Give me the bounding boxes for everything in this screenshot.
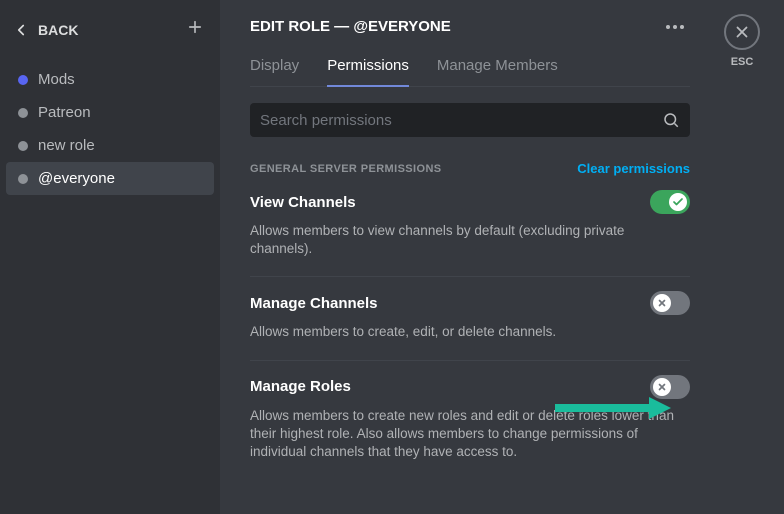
esc-label: ESC [724, 56, 760, 68]
permission-toggle[interactable] [650, 190, 690, 214]
close-button[interactable] [724, 14, 760, 50]
role-color-dot [18, 108, 28, 118]
permission-list: View Channels Allows members to view chan… [250, 190, 784, 479]
main-panel: EDIT ROLE — @EVERYONE Display Permissions… [220, 0, 784, 514]
edit-header: EDIT ROLE — @EVERYONE [250, 18, 784, 35]
toggle-knob [653, 378, 671, 396]
permission-row: View Channels [250, 190, 690, 214]
toggle-knob [653, 294, 671, 312]
permission-description: Allows members to view channels by defau… [250, 222, 690, 258]
permission-title: Manage Roles [250, 378, 351, 395]
sidebar-role-item[interactable]: new role [6, 129, 214, 162]
close-icon [733, 23, 751, 41]
back-button[interactable]: BACK [12, 21, 78, 39]
role-list: Mods Patreon new role @everyone [6, 55, 214, 195]
check-icon [672, 196, 684, 208]
role-name-label: Mods [38, 71, 75, 88]
tab-display[interactable]: Display [250, 57, 299, 86]
permission-row: Manage Roles [250, 375, 690, 399]
search-icon [662, 111, 680, 129]
x-icon [657, 382, 667, 392]
permission-item: Manage Roles Allows members to create new… [250, 375, 690, 480]
search-input[interactable] [260, 112, 662, 129]
tab-manage-members[interactable]: Manage Members [437, 57, 558, 86]
role-color-dot [18, 141, 28, 151]
tab-permissions[interactable]: Permissions [327, 57, 409, 86]
toggle-knob [669, 193, 687, 211]
permission-item: Manage Channels Allows members to create,… [250, 291, 690, 360]
section-label: GENERAL SERVER PERMISSIONS [250, 163, 442, 175]
permission-toggle[interactable] [650, 375, 690, 399]
permission-item: View Channels Allows members to view chan… [250, 190, 690, 277]
arrow-left-icon [12, 21, 30, 39]
role-name-label: new role [38, 137, 95, 154]
close-panel: ESC [724, 14, 760, 68]
sidebar-role-item[interactable]: @everyone [6, 162, 214, 195]
permission-title: View Channels [250, 194, 356, 211]
add-role-button[interactable] [186, 18, 204, 41]
role-color-dot [18, 75, 28, 85]
permission-row: Manage Channels [250, 291, 690, 315]
role-options-button[interactable] [662, 21, 688, 33]
tab-bar: Display Permissions Manage Members [250, 57, 690, 87]
roles-sidebar: BACK Mods Patreon new role @everyone [0, 0, 220, 514]
search-box[interactable] [250, 103, 690, 137]
sidebar-role-item[interactable]: Patreon [6, 96, 214, 129]
clear-permissions-link[interactable]: Clear permissions [577, 161, 690, 176]
role-name-label: Patreon [38, 104, 91, 121]
sidebar-header: BACK [6, 12, 214, 55]
permission-toggle[interactable] [650, 291, 690, 315]
plus-icon [186, 18, 204, 36]
role-color-dot [18, 174, 28, 184]
role-name-label: @everyone [38, 170, 115, 187]
page-title: EDIT ROLE — @EVERYONE [250, 18, 451, 35]
permission-description: Allows members to create new roles and e… [250, 407, 690, 462]
permission-title: Manage Channels [250, 295, 378, 312]
permission-description: Allows members to create, edit, or delet… [250, 323, 690, 341]
x-icon [657, 298, 667, 308]
sidebar-role-item[interactable]: Mods [6, 63, 214, 96]
back-label: BACK [38, 22, 78, 38]
section-header: GENERAL SERVER PERMISSIONS Clear permiss… [250, 161, 690, 176]
